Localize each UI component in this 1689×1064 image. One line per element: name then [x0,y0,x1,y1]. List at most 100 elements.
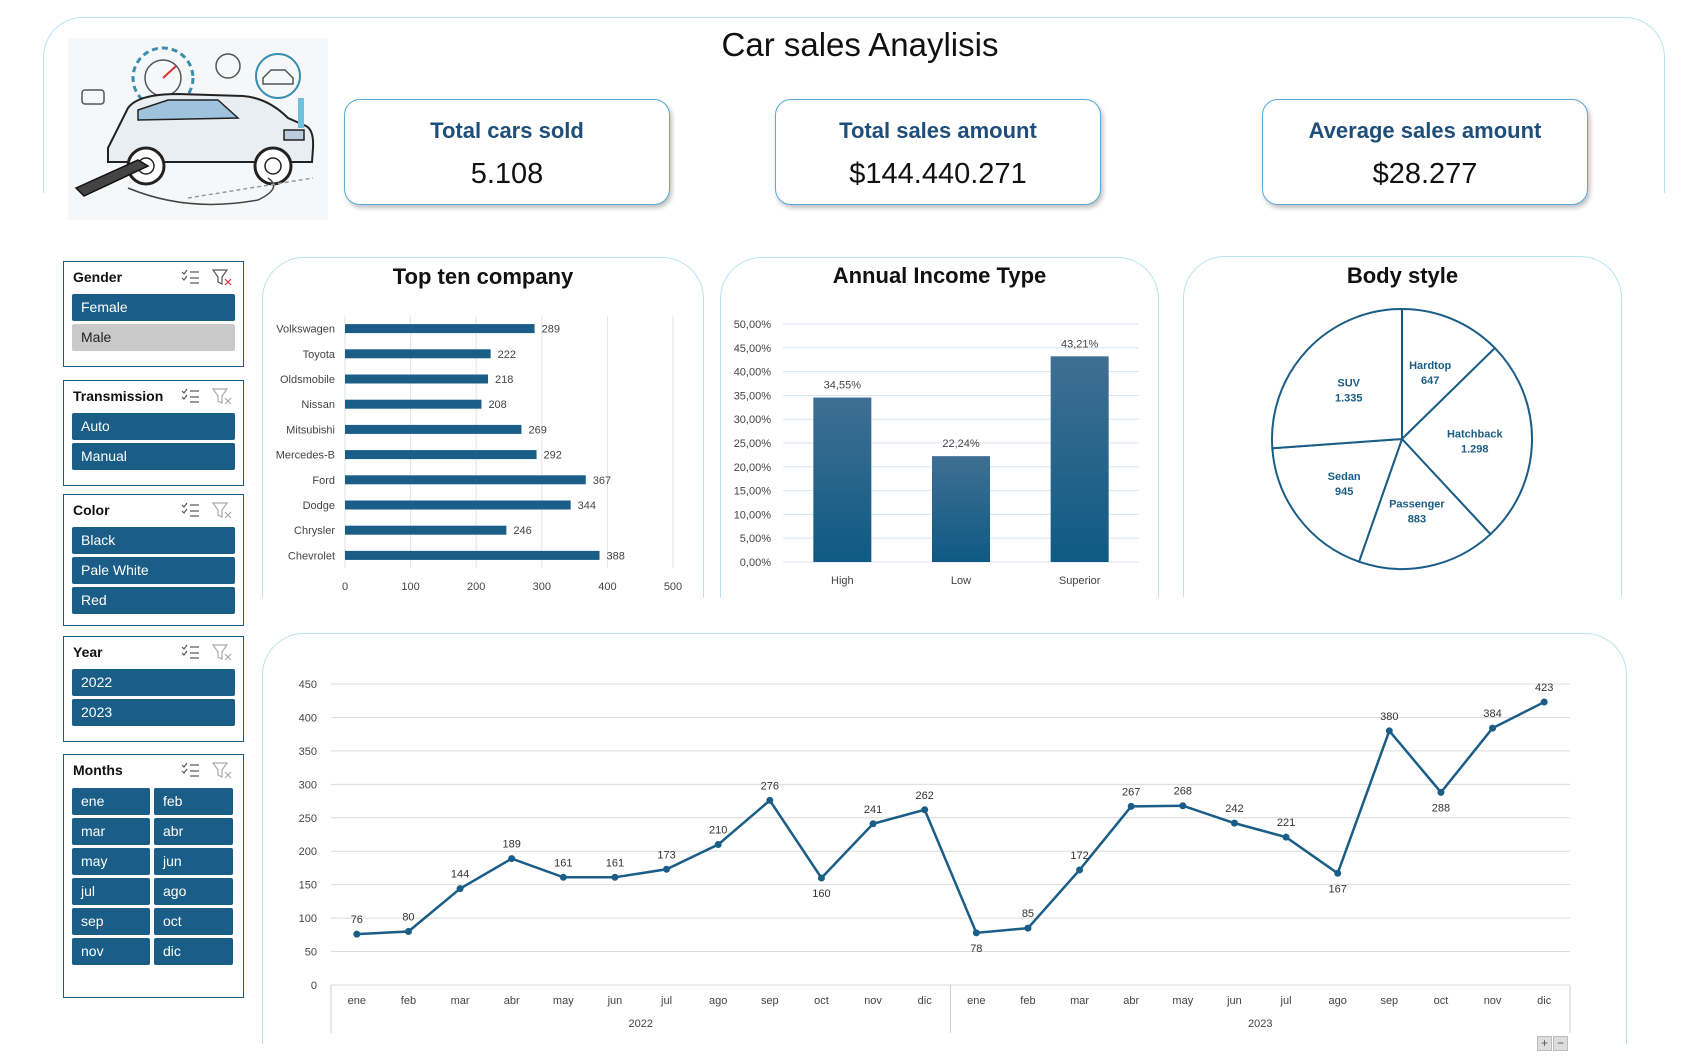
data-label: 160 [812,888,830,900]
data-label: 380 [1380,711,1398,723]
x-tick-label: feb [1020,995,1035,1007]
x-tick-label: mar [1070,995,1089,1007]
y-tick-label: 10,00% [734,509,772,521]
data-label: 289 [542,324,560,336]
data-point [1024,924,1032,932]
clear-filter-icon[interactable] [211,502,232,519]
slicer-item-red[interactable]: Red [72,587,235,614]
slicer-title: Gender [73,269,123,285]
slicer-item-female[interactable]: Female [72,294,235,321]
clear-filter-icon[interactable] [211,644,232,661]
multi-select-icon[interactable] [181,762,199,777]
y-tick-label: Oldsmobile [280,374,335,386]
slicer-item-black[interactable]: Black [72,527,235,554]
y-tick-label: Chevrolet [288,550,335,562]
data-point [1127,802,1135,810]
expand-field-button[interactable]: + [1537,1036,1552,1051]
slicer-item-month[interactable]: may [72,848,150,875]
x-tick-label: feb [401,995,416,1007]
bar [345,550,600,560]
slicer-year: Year 2022 2023 [63,636,244,742]
bar [345,399,482,409]
slicer-title: Months [73,762,123,778]
slicer-icons [179,501,235,519]
y-tick-label: 40,00% [734,367,772,379]
slice-label: Passenger [1389,498,1445,510]
x-tick-label: nov [864,995,882,1007]
slice-label: Hardtop [1409,360,1451,372]
slicer-icons [179,387,235,405]
slicer-item-month[interactable]: sep [72,908,150,935]
data-point [766,796,774,804]
y-tick-label: 450 [299,679,317,691]
x-tick-label: mar [451,995,470,1007]
data-label: 167 [1329,883,1347,895]
data-point [663,865,671,873]
slicer-item-month[interactable]: oct [154,908,233,935]
clear-filter-icon[interactable] [211,269,232,286]
data-point [1385,727,1393,735]
bar [345,475,586,485]
collapse-field-button[interactable]: − [1553,1036,1568,1051]
x-tick-label: ago [1329,995,1347,1007]
x-tick-label: 100 [401,581,419,593]
slicer-item-month[interactable]: nov [72,938,150,965]
slicer-item-month[interactable]: jun [154,848,233,875]
data-label: 208 [488,399,506,411]
monthly-sales-chart: 0 50 100 150 200 250 300 350 400 450 76 ene 80 feb 144… [299,679,1571,1033]
data-label: 388 [607,550,625,562]
body-style-chart: Hardtop 647 Hatchback 1.298 Passenger 883 Seda… [1271,307,1533,570]
slicer-item-month[interactable]: ene [72,788,150,815]
data-label: 268 [1174,786,1192,798]
y-tick-label: Mitsubishi [286,424,335,436]
slice-label: SUV [1337,377,1360,389]
data-label: 43,21% [1061,338,1099,350]
data-label: 288 [1432,802,1450,814]
clear-filter-icon[interactable] [211,762,232,779]
slicer-item-male[interactable]: Male [72,324,235,351]
data-label: 218 [495,374,513,386]
y-tick-label: 400 [299,712,317,724]
slicer-item-pale-white[interactable]: Pale White [72,557,235,584]
data-label: 144 [451,869,469,881]
data-label: 292 [544,450,562,462]
slicer-item-month[interactable]: dic [154,938,233,965]
slicer-item-auto[interactable]: Auto [72,413,235,440]
data-point [611,873,619,881]
multi-select-icon[interactable] [181,644,199,659]
data-point [353,930,361,938]
x-tick-label: dic [1537,995,1552,1007]
monthly-sales-panel: 0 50 100 150 200 250 300 350 400 450 76 ene 80 feb 144… [262,633,1627,1044]
x-tick-label: Superior [1059,575,1101,587]
data-label: 221 [1277,817,1295,829]
multi-select-icon[interactable] [181,388,199,403]
top-ten-company-chart: 0 100 200 300 400 500 Volkswagen 289 Toyota 222 Ol… [276,316,682,593]
x-tick-label: abr [504,995,520,1007]
y-tick-label: 200 [299,846,317,858]
slicer-item-manual[interactable]: Manual [72,443,235,470]
multi-select-icon[interactable] [181,502,199,517]
data-point [1334,869,1342,877]
slicer-icons [179,643,235,661]
slicer-item-month[interactable]: feb [154,788,233,815]
multi-select-icon[interactable] [181,269,199,284]
y-tick-label: Nissan [301,399,335,411]
data-point [1540,698,1548,706]
clear-filter-icon[interactable] [211,388,232,405]
slicer-item-2023[interactable]: 2023 [72,699,235,726]
data-label: 242 [1225,803,1243,815]
bar [345,525,507,535]
slicer-item-month[interactable]: mar [72,818,150,845]
y-tick-label: 5,00% [740,533,771,545]
kpi-value: 5.108 [470,158,544,190]
x-group-label: 2022 [629,1018,653,1030]
slicer-item-month[interactable]: jul [72,878,150,905]
slicer-item-month[interactable]: abr [154,818,233,845]
x-group-label: 2023 [1248,1018,1272,1030]
top-ten-company-panel: Top ten company 0 100 200 300 400 500 Volkswag… [262,257,704,598]
kpi-title: Average sales amount [1308,118,1542,143]
slicer-item-month[interactable]: ago [154,878,233,905]
data-label: 78 [970,943,982,955]
data-label: 423 [1535,682,1553,694]
slicer-item-2022[interactable]: 2022 [72,669,235,696]
